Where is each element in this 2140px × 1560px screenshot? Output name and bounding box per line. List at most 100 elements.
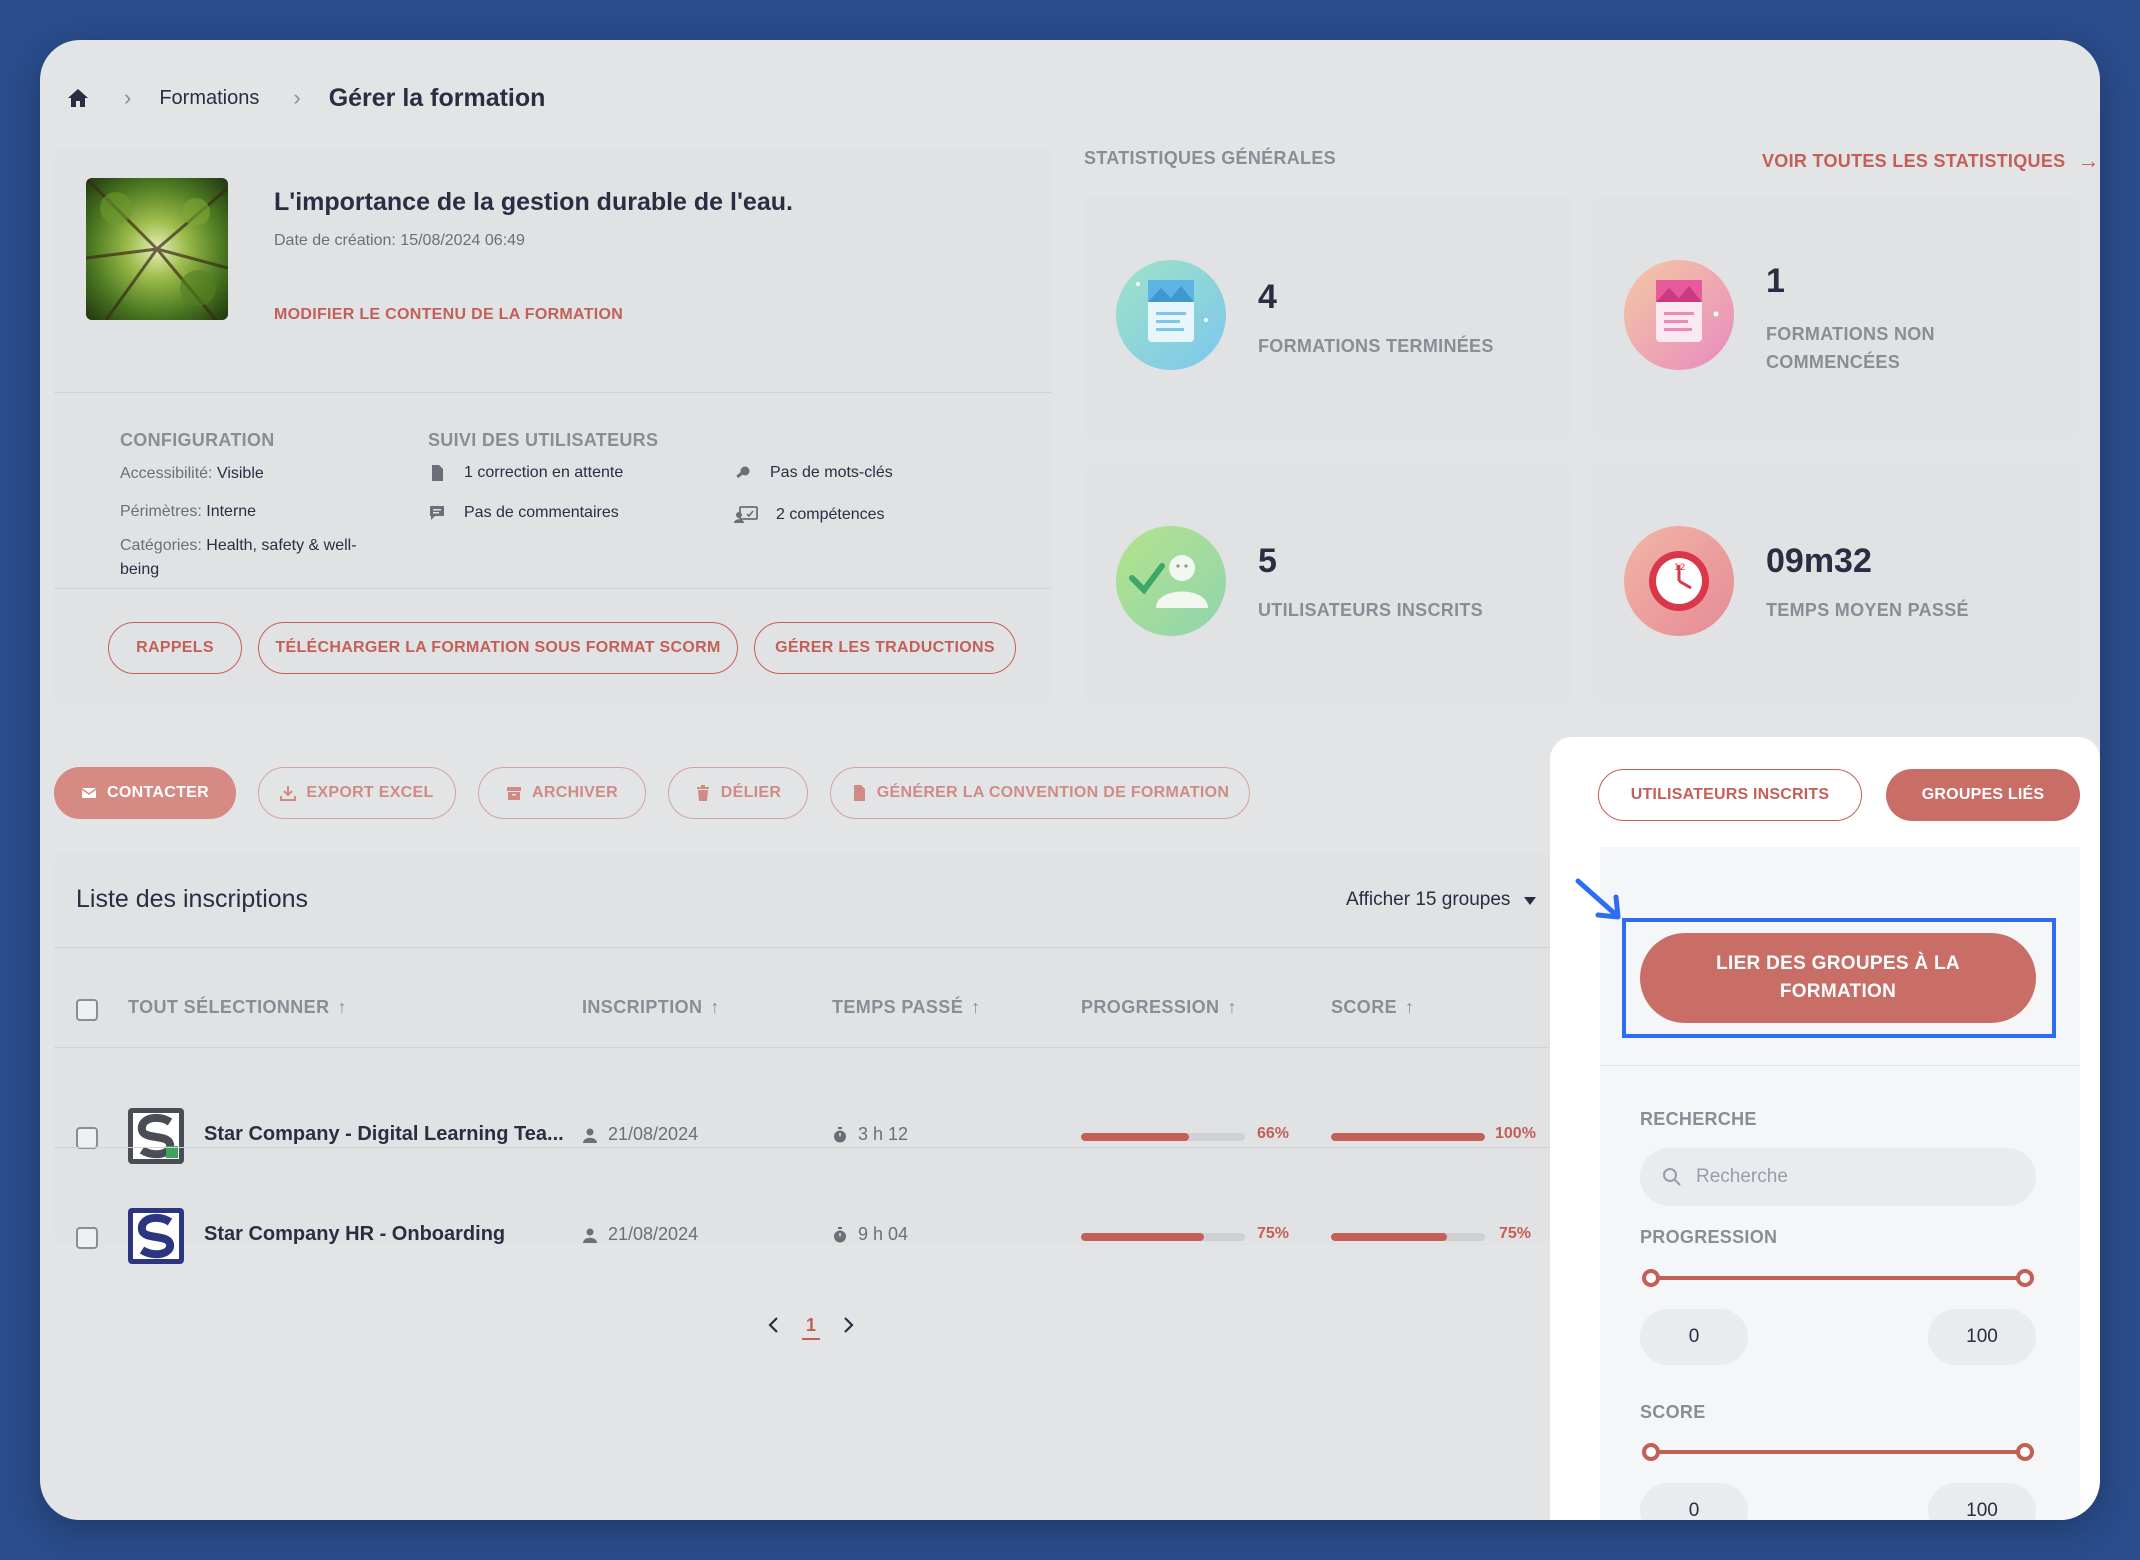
categories-line: Catégories: Health, safety & well-being <box>120 537 357 578</box>
contact-button[interactable]: CONTACTER <box>54 767 236 819</box>
skills-item[interactable]: 2 compétences <box>734 506 885 524</box>
sort-arrow-icon: ↑ <box>337 997 347 1017</box>
document-icon <box>851 785 867 801</box>
export-excel-button[interactable]: EXPORT EXCEL <box>258 767 456 819</box>
progress-value: 75% <box>1257 1225 1290 1242</box>
progress-filter-label: PROGRESSION <box>1640 1227 1778 1247</box>
download-scorm-button[interactable]: TÉLÉCHARGER LA FORMATION SOUS FORMAT SCO… <box>258 622 738 674</box>
stat-value: 4 <box>1258 278 1277 316</box>
column-score[interactable]: SCORE ↑ <box>1331 997 1414 1018</box>
score-bar <box>1331 1233 1485 1241</box>
key-icon <box>734 464 752 482</box>
envelope-icon <box>81 785 97 801</box>
view-all-stats-link[interactable]: VOIR TOUTES LES STATISTIQUES → <box>1762 148 2100 174</box>
column-inscription[interactable]: INSCRIPTION ↑ <box>582 997 720 1018</box>
page-number[interactable]: 1 <box>802 1315 821 1340</box>
chevron-left-icon[interactable] <box>766 1316 780 1339</box>
breadcrumb-formations[interactable]: Formations <box>159 87 259 110</box>
registered-users-icon <box>1116 526 1226 636</box>
trash-icon <box>695 785 711 801</box>
stats-heading: STATISTIQUES GÉNÉRALES <box>1084 148 1336 168</box>
comments-item[interactable]: Pas de commentaires <box>428 504 619 522</box>
score-range-track[interactable] <box>1650 1450 2026 1454</box>
stat-label: TEMPS MOYEN PASSÉ <box>1766 600 1969 620</box>
score-min-input[interactable]: 0 <box>1640 1483 1748 1520</box>
manage-translations-button[interactable]: GÉRER LES TRADUCTIONS <box>754 622 1016 674</box>
score-value: 75% <box>1499 1225 1532 1242</box>
edit-content-link[interactable]: MODIFIER LE CONTENU DE LA FORMATION <box>274 306 623 324</box>
group-logo <box>128 1108 184 1164</box>
stat-card-avg-time: 12 09m32 TEMPS MOYEN PASSÉ <box>1592 462 2080 704</box>
stat-label: FORMATIONS TERMINÉES <box>1258 336 1494 356</box>
row-date: 21/08/2024 <box>582 1124 698 1145</box>
progress-min-input[interactable]: 0 <box>1640 1309 1748 1365</box>
progress-bar <box>1081 1133 1245 1141</box>
stopwatch-icon <box>832 1126 848 1143</box>
divider <box>54 392 1052 393</box>
perimeters-line: Périmètres: Interne <box>120 503 257 520</box>
row-time: 3 h 12 <box>832 1124 908 1145</box>
progress-range-max-handle[interactable] <box>2016 1269 2034 1287</box>
divider <box>54 947 1556 948</box>
tab-linked-groups[interactable]: GROUPES LIÉS <box>1886 769 2080 821</box>
row-date: 21/08/2024 <box>582 1224 698 1245</box>
row-name[interactable]: Star Company - Digital Learning Tea... <box>204 1123 564 1146</box>
generate-convention-button[interactable]: GÉNÉRER LA CONVENTION DE FORMATION <box>830 767 1250 819</box>
score-range-min-handle[interactable] <box>1642 1443 1660 1461</box>
caret-down-icon <box>1524 889 1537 911</box>
score-filter-label: SCORE <box>1640 1402 1706 1422</box>
user-icon <box>582 1127 598 1143</box>
accessibility-line: Accessibilité: Visible <box>120 465 264 482</box>
stat-label: FORMATIONS NON COMMENCÉES <box>1766 324 1935 372</box>
column-select-all[interactable]: TOUT SÉLECTIONNER ↑ <box>128 997 347 1018</box>
stat-card-completed: 4 FORMATIONS TERMINÉES <box>1084 196 1572 440</box>
score-bar <box>1331 1133 1485 1141</box>
pagination: 1 <box>766 1315 856 1340</box>
row-checkbox[interactable] <box>76 1227 98 1249</box>
search-input[interactable] <box>1696 1166 1996 1188</box>
column-progress[interactable]: PROGRESSION ↑ <box>1081 997 1237 1018</box>
home-icon[interactable] <box>66 86 90 110</box>
progress-range-track[interactable] <box>1650 1276 2026 1280</box>
search-label: RECHERCHE <box>1640 1109 1757 1129</box>
course-card: L'importance de la gestion durable de l'… <box>54 148 1052 704</box>
archive-icon <box>506 785 522 801</box>
display-count-select[interactable]: Afficher 15 groupes <box>1346 889 1537 911</box>
side-panel: UTILISATEURS INSCRITS GROUPES LIÉS LIER … <box>1550 737 2100 1520</box>
breadcrumb: › Formations › Gérer la formation <box>66 80 545 116</box>
archive-button[interactable]: ARCHIVER <box>478 767 646 819</box>
stat-label: UTILISATEURS INSCRITS <box>1258 600 1483 620</box>
keywords-item[interactable]: Pas de mots-clés <box>734 464 893 482</box>
reminders-button[interactable]: RAPPELS <box>108 622 242 674</box>
sort-arrow-icon: ↑ <box>971 997 981 1017</box>
page-title: Gérer la formation <box>328 83 546 112</box>
link-groups-button[interactable]: LIER DES GROUPES À LA FORMATION <box>1640 933 2036 1023</box>
score-value: 100% <box>1495 1125 1536 1142</box>
score-range-max-handle[interactable] <box>2016 1443 2034 1461</box>
row-checkbox[interactable] <box>76 1127 98 1149</box>
download-icon <box>280 785 297 801</box>
corrections-item[interactable]: 1 correction en attente <box>428 464 623 482</box>
progress-range-min-handle[interactable] <box>1642 1269 1660 1287</box>
divider <box>54 1047 1556 1048</box>
sort-arrow-icon: ↑ <box>1227 997 1237 1017</box>
course-date: Date de création: 15/08/2024 06:49 <box>274 232 525 249</box>
row-name[interactable]: Star Company HR - Onboarding <box>204 1223 505 1246</box>
stat-value: 09m32 <box>1766 542 1872 580</box>
suivi-heading: SUIVI DES UTILISATEURS <box>428 430 659 450</box>
column-time[interactable]: TEMPS PASSÉ ↑ <box>832 997 981 1018</box>
clock-icon: 12 <box>1624 526 1734 636</box>
search-field[interactable] <box>1640 1148 2036 1206</box>
arrow-right-icon: → <box>2077 148 2100 173</box>
progress-max-input[interactable]: 100 <box>1928 1309 2036 1365</box>
tab-registered-users[interactable]: UTILISATEURS INSCRITS <box>1598 769 1862 821</box>
group-logo <box>128 1208 184 1264</box>
score-max-input[interactable]: 100 <box>1928 1483 2036 1520</box>
chevron-right-icon: › <box>293 85 301 110</box>
unlink-button[interactable]: DÉLIER <box>668 767 808 819</box>
svg-text:12: 12 <box>1674 563 1685 573</box>
progress-value: 66% <box>1257 1125 1290 1142</box>
select-all-checkbox[interactable] <box>76 999 98 1021</box>
skills-icon <box>734 506 758 524</box>
chevron-right-icon[interactable] <box>842 1316 856 1339</box>
